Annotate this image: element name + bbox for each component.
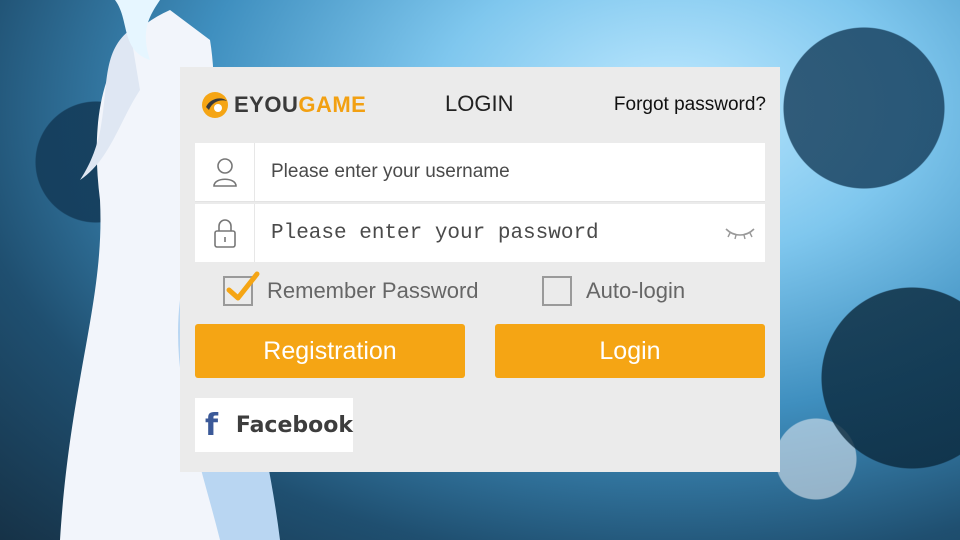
logo-text-game: GAME [298,92,367,117]
username-field [195,142,765,202]
lock-icon [195,204,255,262]
eye-closed-icon[interactable] [715,204,765,262]
username-input[interactable] [255,142,765,202]
checkmark-icon [226,271,260,301]
user-icon [195,143,255,201]
remember-password-label: Remember Password [267,278,479,303]
login-button[interactable]: Login [495,324,765,378]
auto-login-option[interactable]: Auto-login [542,273,685,309]
login-panel: EYOUGAME LOGIN Forgot password? Please e… [180,67,780,472]
eyougame-logo-icon [202,92,228,118]
auto-login-checkbox[interactable] [542,276,572,306]
password-input[interactable] [255,203,715,263]
remember-password-option[interactable]: Remember Password [223,271,479,309]
facebook-icon: f [205,407,219,443]
logo-text-eyou: EYOU [234,92,299,117]
eyougame-logo: EYOUGAME [200,89,366,121]
page-title: LOGIN [445,91,514,116]
forgot-password-link[interactable]: Forgot password? [614,94,766,116]
auto-login-label: Auto-login [586,278,686,303]
remember-password-checkbox[interactable] [223,271,260,306]
password-field [195,203,765,263]
registration-button[interactable]: Registration [195,324,465,378]
facebook-label: Facebook [235,412,353,438]
facebook-login-button[interactable]: f Facebook [195,398,353,452]
